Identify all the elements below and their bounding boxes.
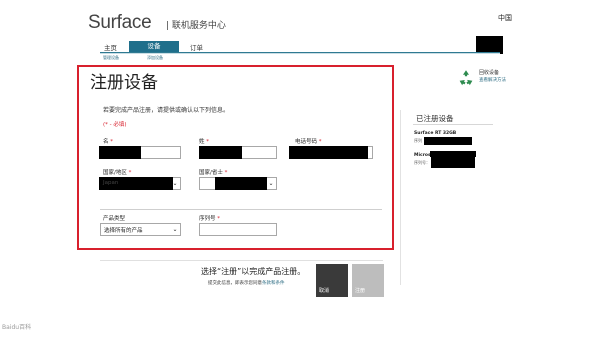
phone-redacted	[289, 146, 368, 159]
last-name-label: 姓 *	[199, 137, 209, 145]
device-serial-redacted	[424, 137, 472, 145]
region-selector[interactable]: 中国	[498, 13, 512, 23]
subtab-add-device[interactable]: 添加设备	[147, 55, 163, 61]
province-label: 国家/省士 *	[199, 168, 227, 176]
country-select[interactable]: Japan ⌄	[99, 177, 181, 190]
chevron-down-icon: ⌄	[172, 180, 178, 187]
chevron-down-icon: ⌄	[172, 226, 178, 233]
first-name-label-text: 名	[103, 139, 109, 145]
recycle-label: 回收设备	[479, 70, 500, 76]
watermark: Baidu百科	[2, 324, 32, 331]
terms-note-text: 提交此信息，即表示您同意	[208, 281, 262, 286]
brand-logo[interactable]: Surface	[88, 12, 152, 34]
country-select-value: Japan	[103, 180, 119, 186]
required-star: *	[318, 139, 322, 145]
last-name-label-text: 姓	[199, 139, 205, 145]
serial-label: 序列号 *	[199, 214, 220, 222]
registered-devices-rule	[413, 124, 493, 125]
serial-field[interactable]	[199, 223, 277, 236]
cancel-button[interactable]: 取消	[316, 264, 348, 297]
required-note-text: (* - 必填)	[103, 122, 127, 128]
required-star: *	[206, 139, 210, 145]
form-section-divider	[100, 209, 382, 210]
form-intro: 若要完成产品注册，请提供或确认以下列信息。	[103, 107, 230, 114]
province-label-text: 国家/省士	[199, 170, 223, 176]
required-star: *	[110, 139, 114, 145]
first-name-redacted	[99, 146, 141, 159]
phone-label-text: 电话号码	[295, 139, 318, 145]
last-name-field[interactable]	[199, 146, 277, 159]
first-name-field[interactable]	[99, 146, 181, 159]
nav-divider-light	[100, 53, 500, 54]
page-title: 注册设备	[90, 73, 158, 93]
device-name[interactable]: Surface RT 32GB	[414, 131, 456, 136]
terms-note: 提交此信息，即表示您同意条款和条件	[208, 280, 285, 286]
cancel-button-label: 取消	[319, 288, 330, 294]
phone-label: 电话号码 *	[295, 137, 322, 145]
serial-label-text: 序列号	[199, 216, 216, 222]
province-select[interactable]: ⌄	[199, 177, 277, 190]
register-button[interactable]: 注册	[352, 264, 384, 297]
country-label-text: 国家/地区	[103, 170, 127, 176]
product-type-select[interactable]: 选择所有的产品 ⌄	[100, 223, 181, 236]
recycle-link[interactable]: 查看解决方法	[479, 77, 506, 83]
required-star: *	[128, 170, 132, 176]
product-type-label: 产品类型	[103, 216, 126, 222]
required-star: *	[224, 170, 228, 176]
device-serial-label: 序列	[414, 138, 422, 143]
province-redacted	[215, 177, 267, 190]
device-serial-label: 序列号：	[414, 160, 430, 165]
brand-subtitle: | 联机服务中心	[166, 21, 226, 31]
required-star: *	[217, 216, 221, 222]
registered-devices-title: 已注册设备	[416, 114, 454, 123]
required-note: (* - 必填)	[103, 120, 127, 128]
sidebar-divider	[400, 110, 401, 285]
device-serial-redacted	[431, 157, 475, 168]
tab-orders[interactable]: 订单	[190, 42, 203, 52]
footer-message: 选择“注册”以完成产品注册。	[201, 267, 306, 276]
chevron-down-icon: ⌄	[268, 180, 274, 187]
recycle-icon[interactable]	[457, 68, 475, 86]
first-name-label: 名 *	[103, 137, 113, 145]
country-label: 国家/地区 *	[103, 168, 131, 176]
product-type-select-value: 选择所有的产品	[104, 228, 143, 234]
register-button-label: 注册	[355, 288, 366, 294]
tab-home[interactable]: 主页	[104, 42, 117, 52]
subtab-manage-devices[interactable]: 管理设备	[103, 55, 119, 61]
last-name-redacted	[199, 146, 242, 159]
terms-link[interactable]: 条款和条件	[262, 281, 285, 286]
tab-devices[interactable]: 设备	[129, 41, 179, 52]
footer-divider	[100, 260, 383, 261]
phone-field[interactable]	[289, 146, 373, 159]
